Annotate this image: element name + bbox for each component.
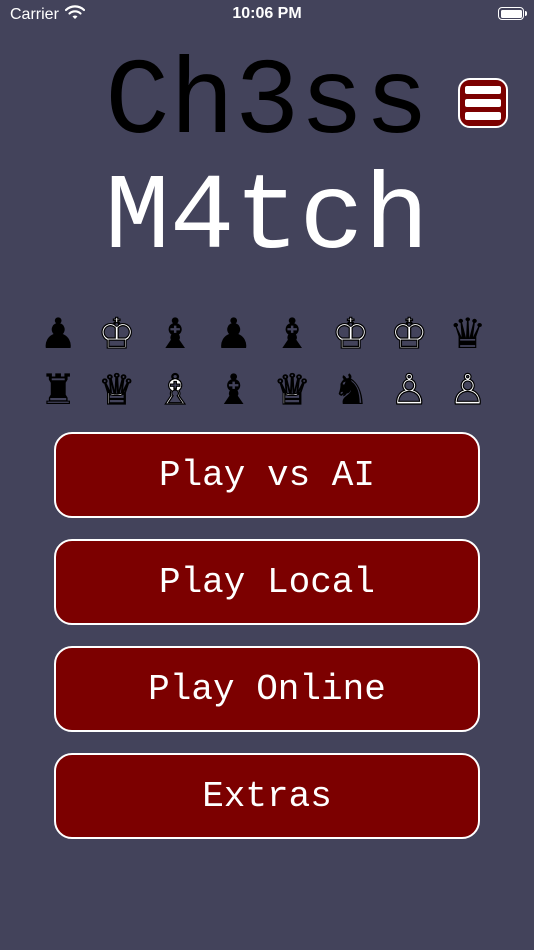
chess-pieces-decoration: ♟ ♔ ♝ ♟ ♝ ♔ ♔ ♛ ♜ ♕ ♗ ♝ ♕ ♞ ♙ ♙ <box>29 309 499 414</box>
black-bishop-icon: ♝ <box>214 365 253 414</box>
black-bishop-icon: ♝ <box>156 309 195 358</box>
black-bishop-icon: ♝ <box>273 309 312 358</box>
black-pawn-icon: ♟ <box>39 309 78 358</box>
black-queen-icon: ♛ <box>448 309 487 358</box>
play-online-button[interactable]: Play Online <box>54 646 480 732</box>
play-vs-ai-button[interactable]: Play vs AI <box>54 432 480 518</box>
white-pawn-icon: ♙ <box>390 365 429 414</box>
black-rook-icon: ♜ <box>39 365 78 414</box>
menu-bar <box>465 99 501 107</box>
menu-bar <box>465 112 501 120</box>
extras-button[interactable]: Extras <box>54 753 480 839</box>
white-king-icon: ♔ <box>97 309 136 358</box>
white-pawn-icon: ♙ <box>448 365 487 414</box>
play-local-button[interactable]: Play Local <box>54 539 480 625</box>
battery-fill <box>500 9 522 18</box>
white-queen-icon: ♕ <box>273 365 312 414</box>
black-knight-icon: ♞ <box>331 365 370 414</box>
app-title-line-1: Ch3ss <box>104 43 430 165</box>
white-bishop-icon: ♗ <box>156 365 195 414</box>
status-time: 10:06 PM <box>232 5 302 22</box>
white-king-icon: ♔ <box>390 309 429 358</box>
white-king-icon: ♔ <box>331 309 370 358</box>
app-title-line-2: M4tch <box>104 158 430 280</box>
status-bar: Carrier 10:06 PM <box>0 0 534 30</box>
menu-bar <box>465 86 501 94</box>
battery-icon <box>498 7 527 20</box>
white-queen-icon: ♕ <box>97 365 136 414</box>
black-pawn-icon: ♟ <box>214 309 253 358</box>
hamburger-menu-icon[interactable] <box>458 78 508 128</box>
